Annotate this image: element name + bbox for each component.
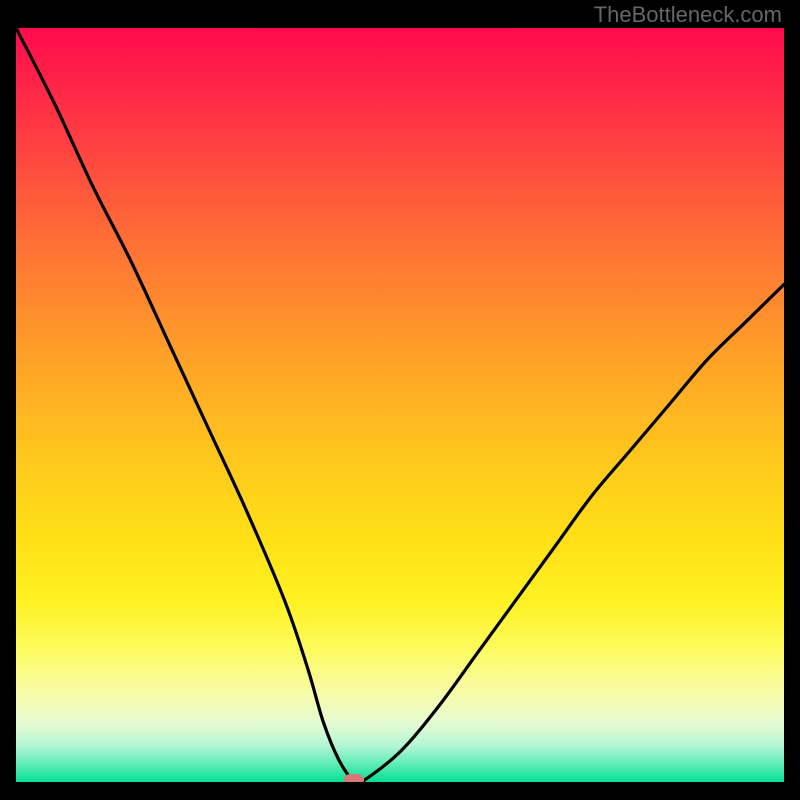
optimal-marker bbox=[344, 774, 364, 782]
bottleneck-curve bbox=[16, 28, 784, 782]
plot-area bbox=[16, 28, 784, 782]
watermark-text: TheBottleneck.com bbox=[594, 2, 782, 28]
